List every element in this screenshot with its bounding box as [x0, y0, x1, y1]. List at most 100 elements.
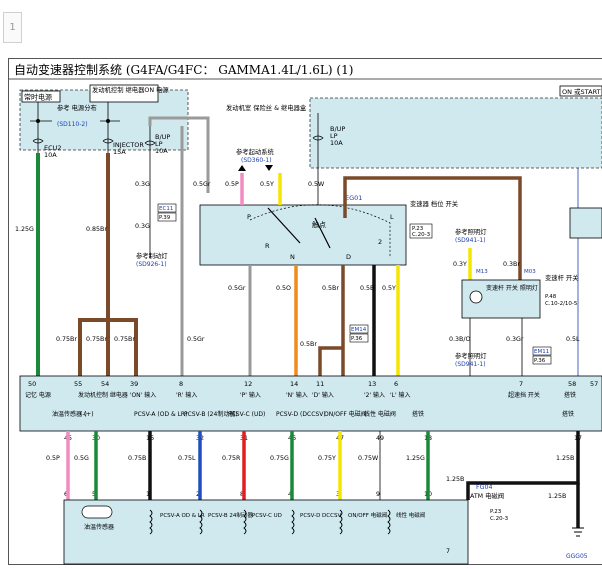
gr-lever-label: 0.3Gr [506, 336, 524, 343]
brown-branch-label-a: 0.75Br [56, 336, 77, 343]
ecm-pin-13: 13 [368, 380, 376, 388]
thermistor-icon [82, 506, 112, 518]
lighting-ref-2: 参考照明灯 [455, 351, 487, 360]
gray-r-label: 0.5Gr [187, 336, 205, 343]
ecm-pin-6: 6 [394, 380, 398, 388]
ecm-pin-50: 50 [28, 380, 36, 388]
start-power-label: ON 或START [562, 87, 601, 96]
gear-r: R [265, 242, 270, 250]
page-number-box[interactable]: 1 [3, 12, 22, 43]
wire-gray-label: 0.5Gr [193, 181, 211, 188]
ecm-bottom-label-5: PCSV-D (DCCSV) [276, 411, 326, 418]
wire-g2-label: 0.3G [135, 223, 150, 230]
gray-p-label: 0.5Gr [228, 285, 246, 292]
brake-lamp-ref: 参考制动灯 [136, 251, 168, 260]
ecm-bottom-wire-6: 0.75Y [318, 455, 336, 462]
ref-power-label: 参考 电源分布 [57, 103, 97, 112]
em11-label: EM11 [534, 349, 549, 355]
ecu2-fuse-amp: 10A [44, 151, 57, 159]
connector-pin-7: 9 [376, 491, 380, 498]
ecm-bottom-wire-1: 0.5G [74, 455, 89, 462]
ecm-pin-13-label: '2' 输入 [364, 391, 385, 399]
ecm-pin-57: 57 [590, 380, 598, 388]
ecm-pin-11: 11 [316, 380, 324, 388]
inhibitor-label: 变速器 档位 开关 [410, 199, 459, 208]
m03-top: M03 [524, 269, 536, 275]
lighting-code-2: (SD941-1) [455, 361, 486, 368]
ecm-bottom-label-1: (-) [80, 411, 87, 418]
inhibitor-switch-box [200, 205, 406, 265]
em14-page: P.36 [351, 336, 363, 342]
ecm-pin-12: 12 [244, 380, 252, 388]
ec11-label: EC11 [159, 206, 173, 212]
fg-pin: 7 [446, 548, 450, 555]
injector-fuse-amp: 15A [113, 148, 126, 156]
wire-g-label: 0.3G [135, 181, 150, 188]
wiring-diagram: 自动变速器控制系统 (G4FA/G4FC： GAMMA1.4L/1.6L) (1… [0, 58, 602, 565]
inhibitor-ground: EG01 [345, 194, 362, 202]
brown-lamp-label: 0.3Br [503, 261, 520, 268]
blue-wire-label: 0.5L [566, 336, 580, 343]
yellow-lamp-label: 0.3Y [453, 261, 467, 268]
atm-solenoid-box [64, 500, 468, 564]
yellow-l-label: 0.5Y [382, 285, 396, 292]
black-2-label: 0.5B [360, 285, 374, 292]
ecm-pin-39: 39 [130, 380, 138, 388]
pcsv-a-label: PCSV-A OD & LR [160, 513, 205, 519]
fuse-box-region-right [310, 98, 602, 168]
ecm-pin-8: 8 [179, 380, 183, 388]
ecm-bottom-label-9: 搭铁 [562, 410, 574, 418]
right-wire-label: 1.25B [548, 493, 566, 500]
lamp-icon [470, 291, 482, 303]
ecm-pin-58-label: 搭铁 [564, 391, 576, 399]
ec11-page: P.39 [159, 215, 171, 221]
ecm-bottom-label-4: PCSV-C (UD) [228, 411, 265, 418]
ecm-pin-7-label: 超速挡 开关 [508, 391, 540, 399]
em11-page: P.36 [534, 358, 546, 364]
green-wire-label: 1.25G [15, 226, 34, 233]
right-component-box [570, 208, 602, 238]
diagram-title: 自动变速器控制系统 (G4FA/G4FC： GAMMA1.4L/1.6L) (1… [14, 62, 353, 77]
wire-pink-label: 0.5P [225, 181, 239, 188]
inhibitor-ref2: C.20-3 [412, 232, 431, 238]
ecm-pin-6-label: 'L' 输入 [390, 391, 411, 399]
start-sys-code: (SD360-1) [241, 157, 272, 164]
contact-label: 触点 [312, 220, 326, 229]
ecm-bottom-wire-3: 0.75L [178, 455, 196, 462]
brown-branch-label-b: 0.75Br [86, 336, 107, 343]
ecm-bottom-label-7: 线性 电磁阀 [364, 410, 396, 418]
ecm-bottom-wire-4: 0.75R [222, 455, 241, 462]
atm-ref2: C.20-3 [490, 516, 509, 522]
ecm-pin-55: 55 [74, 380, 82, 388]
ecm-pin-54-label: 发动机控制 继电器 'ON' 输入 [78, 391, 156, 399]
ecm-pin-14: 14 [290, 380, 298, 388]
gear-l: L [390, 213, 394, 221]
linear-sol-label: 线性 电磁阀 [396, 511, 425, 519]
gear-d: D [346, 253, 351, 261]
pcsv-d-label: PCSV-D DCCSV [300, 513, 341, 519]
ecm-bottom-wire-2: 0.75B [128, 455, 146, 462]
orange-n-label: 0.5O [276, 285, 291, 292]
wire-yellow-label: 0.5Y [260, 181, 274, 188]
wire-white-label: 0.5W [308, 181, 325, 188]
ecm-bottom-label-6: ON/OFF 电磁阀 [324, 410, 367, 418]
gear-2: 2 [378, 238, 382, 246]
gg05-label: GGG05 [566, 553, 588, 560]
ecm-bottom-label-2: PCSV-A (OD & LR) [134, 411, 187, 418]
lever-switch-label: 变速杆 开关 [545, 273, 579, 282]
bo-wire-label: 0.3B/O [449, 336, 470, 343]
em14-label: EM14 [351, 327, 367, 333]
ecm-pin-12-label: 'P' 输入 [240, 391, 261, 399]
lighting-ref-1: 参考照明灯 [455, 227, 487, 236]
ecm-bottom-wire-0: 0.5P [46, 455, 60, 462]
engine-room-box-label: 发动机室 保险丝 & 继电器盒 [226, 103, 307, 112]
lighting-code-1: (SD941-1) [455, 237, 486, 244]
fg04-label: FG04 [476, 484, 493, 491]
ref-power-code: (SD110-2) [57, 121, 88, 128]
lever-ref1: P.48 [545, 294, 557, 300]
lever-lamp-label: 变速杆 开关 照明灯 [486, 284, 538, 292]
hot-power-label: 常时电源 [24, 93, 52, 102]
ecm-bottom-wire-8: 1.25G [406, 455, 425, 462]
fg-wire-label: 1.25B [446, 476, 464, 483]
ecm-bottom-wire-9: 1.25B [556, 455, 574, 462]
